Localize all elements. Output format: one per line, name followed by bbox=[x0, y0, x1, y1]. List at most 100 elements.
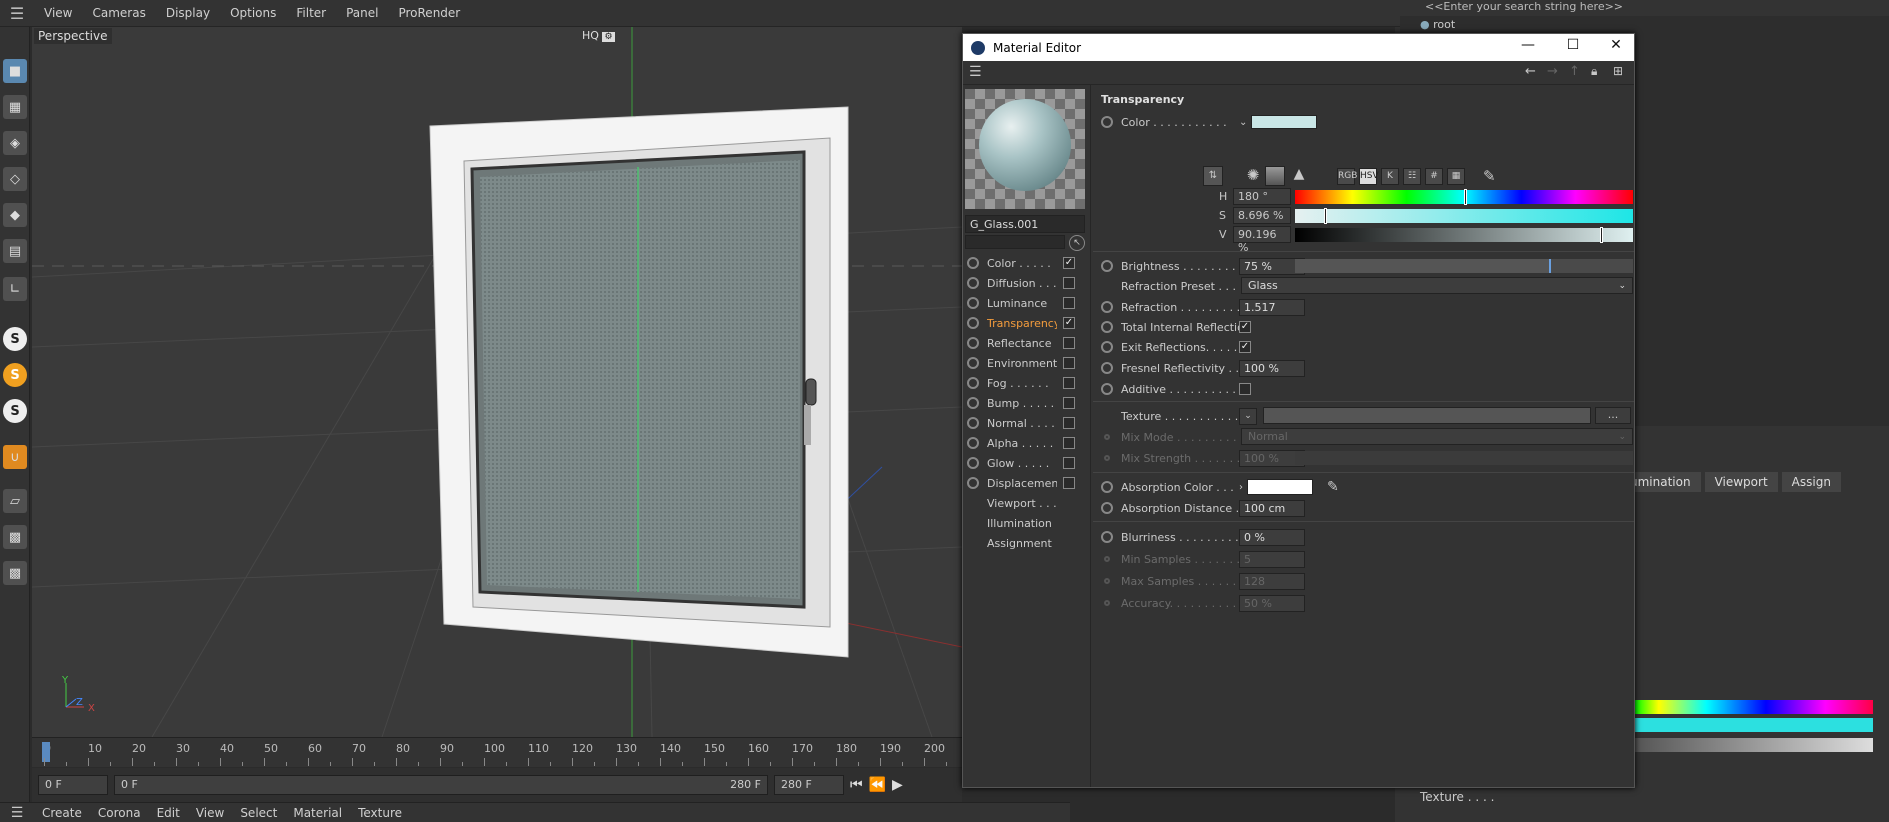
channel-checkbox[interactable] bbox=[1063, 377, 1075, 389]
viewport-label[interactable]: Perspective bbox=[34, 28, 112, 44]
menu-display[interactable]: Display bbox=[156, 6, 220, 20]
param-radio[interactable] bbox=[1101, 260, 1113, 272]
channel-checkbox[interactable] bbox=[1063, 397, 1075, 409]
exit-reflections-checkbox[interactable]: ✓ bbox=[1239, 341, 1251, 353]
color-swatch[interactable] bbox=[1251, 115, 1318, 129]
channel-checkbox[interactable] bbox=[1063, 337, 1075, 349]
object-search-input[interactable]: <<Enter your search string here>> bbox=[1425, 0, 1845, 14]
fresnel-field[interactable]: 100 % bbox=[1239, 359, 1305, 377]
snap-mode-icon[interactable]: S bbox=[3, 399, 27, 423]
channel-checkbox[interactable] bbox=[1063, 357, 1075, 369]
color-wheel-icon[interactable]: ✺ bbox=[1243, 166, 1263, 186]
absorption-distance-field[interactable]: 100 cm bbox=[1239, 499, 1305, 517]
channel-checkbox[interactable] bbox=[1063, 277, 1075, 289]
forward-arrow-icon[interactable]: → bbox=[1547, 64, 1558, 79]
material-preview[interactable] bbox=[965, 89, 1085, 209]
channel-checkbox[interactable]: ✓ bbox=[1063, 317, 1075, 329]
channel-radio[interactable] bbox=[967, 377, 979, 389]
tree-root-item[interactable]: ● root bbox=[1420, 18, 1455, 31]
swatches-mode-icon[interactable]: ▦ bbox=[1447, 168, 1465, 185]
editor-hamburger-icon[interactable]: ☰ bbox=[969, 64, 982, 80]
channel-fog[interactable]: Fog . . . . . . bbox=[965, 373, 1089, 393]
mixer-mode-icon[interactable]: ☷ bbox=[1403, 168, 1421, 185]
edges-tool-icon[interactable]: ◇ bbox=[3, 167, 27, 191]
material-name-field[interactable]: G_Glass.001 bbox=[965, 215, 1085, 233]
back-arrow-icon[interactable]: ← bbox=[1525, 64, 1536, 79]
image-picker-icon[interactable]: ▲ bbox=[1289, 166, 1309, 186]
channel-reflectance[interactable]: Reflectance bbox=[965, 333, 1089, 353]
channel-illumination[interactable]: Illumination bbox=[965, 513, 1089, 533]
param-radio[interactable] bbox=[1101, 341, 1113, 353]
axis-tool-icon[interactable]: ∟ bbox=[3, 277, 27, 301]
bottom-hamburger-icon[interactable]: ☰ bbox=[0, 805, 34, 821]
snap-settings-icon[interactable]: S bbox=[3, 363, 27, 387]
refraction-field[interactable]: 1.517 bbox=[1239, 298, 1305, 316]
grid-icon[interactable]: ▩ bbox=[3, 525, 27, 549]
menu-bottom-view[interactable]: View bbox=[188, 806, 232, 820]
channel-checkbox[interactable] bbox=[1063, 477, 1075, 489]
menu-material[interactable]: Material bbox=[285, 806, 350, 820]
3d-viewport[interactable]: Y X Z Perspective HQ ⚙ bbox=[32, 27, 962, 737]
start-frame-field[interactable]: 0 F bbox=[38, 775, 108, 795]
hue-field[interactable]: 180 ° bbox=[1233, 188, 1291, 205]
play-icon[interactable]: ▶ bbox=[892, 777, 903, 793]
kelvin-mode-button[interactable]: K bbox=[1381, 168, 1399, 185]
texture-tool-icon[interactable]: ▤ bbox=[3, 239, 27, 263]
up-arrow-icon[interactable]: ↑ bbox=[1569, 64, 1580, 79]
hex-mode-icon[interactable]: # bbox=[1425, 168, 1443, 185]
menu-select[interactable]: Select bbox=[232, 806, 285, 820]
channel-viewport[interactable]: Viewport . . . bbox=[965, 493, 1089, 513]
channel-environment[interactable]: Environment bbox=[965, 353, 1089, 373]
eyedropper-icon[interactable]: ✎ bbox=[1327, 479, 1339, 495]
channel-radio[interactable] bbox=[967, 317, 979, 329]
param-radio[interactable] bbox=[1101, 383, 1113, 395]
rgb-mode-button[interactable]: RGB bbox=[1337, 168, 1357, 185]
viewport-hq-badge[interactable]: HQ ⚙ bbox=[582, 29, 615, 42]
pick-material-icon[interactable]: ↖ bbox=[1069, 235, 1085, 251]
new-panel-icon[interactable]: ⊞ bbox=[1613, 64, 1623, 78]
hue-slider-thumb[interactable] bbox=[1464, 189, 1467, 205]
checker-tool-icon[interactable]: ▦ bbox=[3, 95, 27, 119]
param-radio[interactable] bbox=[1101, 362, 1113, 374]
spectrum-icon[interactable] bbox=[1265, 166, 1285, 186]
channel-checkbox[interactable] bbox=[1063, 437, 1075, 449]
menu-edit[interactable]: Edit bbox=[149, 806, 188, 820]
tab-assign[interactable]: Assign bbox=[1781, 472, 1841, 492]
channel-radio[interactable] bbox=[967, 337, 979, 349]
maximize-icon[interactable]: ☐ bbox=[1558, 37, 1588, 53]
channel-normal[interactable]: Normal . . . . bbox=[965, 413, 1089, 433]
go-to-start-icon[interactable]: ⏮ bbox=[850, 777, 863, 793]
frame-range-slider[interactable]: 0 F 280 F bbox=[114, 775, 768, 795]
param-radio[interactable] bbox=[1101, 321, 1113, 333]
channel-diffusion[interactable]: Diffusion . . . bbox=[965, 273, 1089, 293]
brightness-slider[interactable] bbox=[1295, 259, 1633, 273]
channel-luminance[interactable]: Luminance bbox=[965, 293, 1089, 313]
param-radio[interactable] bbox=[1101, 301, 1113, 313]
saturation-field[interactable]: 8.696 % bbox=[1233, 207, 1291, 224]
param-radio[interactable] bbox=[1101, 502, 1113, 514]
minimize-icon[interactable]: — bbox=[1513, 37, 1543, 53]
channel-radio[interactable] bbox=[967, 277, 979, 289]
channel-glow[interactable]: Glow . . . . . bbox=[965, 453, 1089, 473]
texture-browse-button[interactable]: ... bbox=[1595, 407, 1631, 424]
texture-slot[interactable] bbox=[1263, 407, 1591, 424]
close-icon[interactable]: ✕ bbox=[1601, 37, 1631, 53]
channel-color[interactable]: Color . . . . . ✓ bbox=[965, 253, 1089, 273]
menu-view[interactable]: View bbox=[34, 6, 82, 20]
param-radio[interactable] bbox=[1101, 531, 1113, 543]
menu-corona[interactable]: Corona bbox=[90, 806, 149, 820]
menu-create[interactable]: Create bbox=[34, 806, 90, 820]
material-layer-dropdown[interactable] bbox=[965, 235, 1065, 249]
channel-checkbox[interactable] bbox=[1063, 297, 1075, 309]
render-grid-icon[interactable]: ▩ bbox=[3, 561, 27, 585]
channel-radio[interactable] bbox=[967, 397, 979, 409]
brightness-slider-thumb[interactable] bbox=[1549, 259, 1551, 273]
workplane-icon[interactable]: ▱ bbox=[3, 489, 27, 513]
param-radio[interactable] bbox=[1101, 116, 1113, 128]
saturation-slider-thumb[interactable] bbox=[1324, 208, 1327, 224]
points-tool-icon[interactable]: ◈ bbox=[3, 131, 27, 155]
menu-filter[interactable]: Filter bbox=[286, 6, 336, 20]
expand-chevron-icon[interactable]: › bbox=[1239, 482, 1243, 493]
channel-radio[interactable] bbox=[967, 457, 979, 469]
menu-options[interactable]: Options bbox=[220, 6, 286, 20]
